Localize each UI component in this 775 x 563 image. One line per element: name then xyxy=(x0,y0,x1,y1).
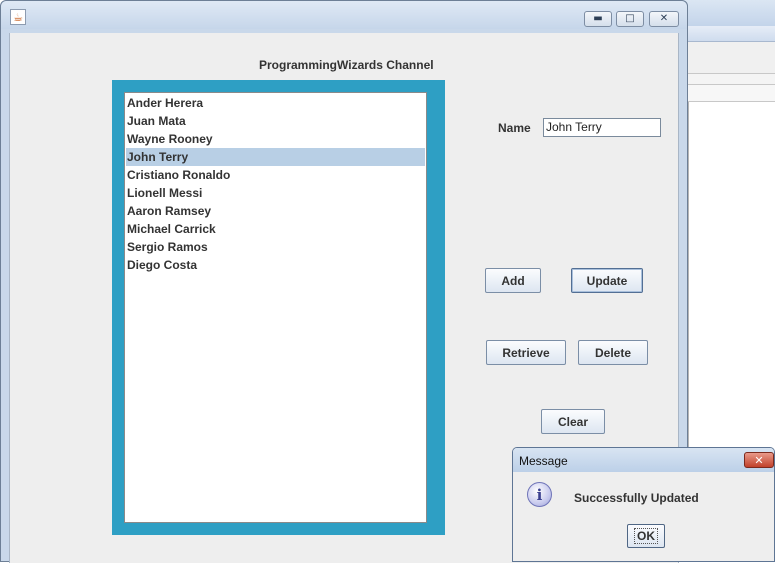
background-window-toolbar xyxy=(682,42,775,74)
list-item[interactable]: Lionell Messi xyxy=(126,184,425,202)
add-button[interactable]: Add xyxy=(485,268,541,293)
delete-button[interactable]: Delete xyxy=(578,340,648,365)
channel-title: ProgrammingWizards Channel xyxy=(259,58,434,72)
message-dialog: Message ✕ i Successfully Updated OK xyxy=(512,447,775,562)
close-icon: ✕ xyxy=(754,453,764,467)
dialog-close-button[interactable]: ✕ xyxy=(744,452,774,468)
close-icon: ✕ xyxy=(659,13,669,24)
close-button[interactable]: ✕ xyxy=(649,11,679,27)
list-item-selected[interactable]: John Terry xyxy=(126,148,425,166)
dialog-titlebar[interactable]: Message ✕ xyxy=(513,448,774,472)
dialog-title: Message xyxy=(519,454,568,468)
maximize-icon: □ xyxy=(625,13,635,24)
update-button[interactable]: Update xyxy=(571,268,643,293)
list-item[interactable]: Cristiano Ronaldo xyxy=(126,166,425,184)
java-cup-icon[interactable]: ☕ xyxy=(10,9,26,25)
clear-button[interactable]: Clear xyxy=(541,409,605,434)
player-list[interactable]: Ander Herera Juan Mata Wayne Rooney John… xyxy=(124,92,427,523)
info-icon: i xyxy=(527,482,552,507)
dialog-body: i Successfully Updated OK xyxy=(513,472,774,561)
list-item[interactable]: Diego Costa xyxy=(126,256,425,274)
maximize-button[interactable]: □ xyxy=(616,11,644,27)
minimize-button[interactable]: ▬ xyxy=(584,11,612,27)
list-item[interactable]: Juan Mata xyxy=(126,112,425,130)
main-titlebar[interactable]: ☕ ▬ □ ✕ xyxy=(1,1,687,29)
list-item[interactable]: Wayne Rooney xyxy=(126,130,425,148)
list-panel: Ander Herera Juan Mata Wayne Rooney John… xyxy=(112,80,445,535)
name-label: Name xyxy=(498,121,531,135)
ok-button-label: OK xyxy=(634,528,658,544)
dialog-message: Successfully Updated xyxy=(574,491,699,505)
list-item[interactable]: Aaron Ramsey xyxy=(126,202,425,220)
retrieve-button[interactable]: Retrieve xyxy=(486,340,566,365)
name-input[interactable]: John Terry xyxy=(543,118,661,137)
background-window-titlebar xyxy=(682,0,775,26)
background-window-header xyxy=(682,84,775,102)
ok-button[interactable]: OK xyxy=(627,524,665,548)
background-window-menubar xyxy=(682,26,775,42)
list-item[interactable]: Ander Herera xyxy=(126,94,425,112)
list-item[interactable]: Michael Carrick xyxy=(126,220,425,238)
minimize-icon: ▬ xyxy=(593,13,603,24)
list-item[interactable]: Sergio Ramos xyxy=(126,238,425,256)
